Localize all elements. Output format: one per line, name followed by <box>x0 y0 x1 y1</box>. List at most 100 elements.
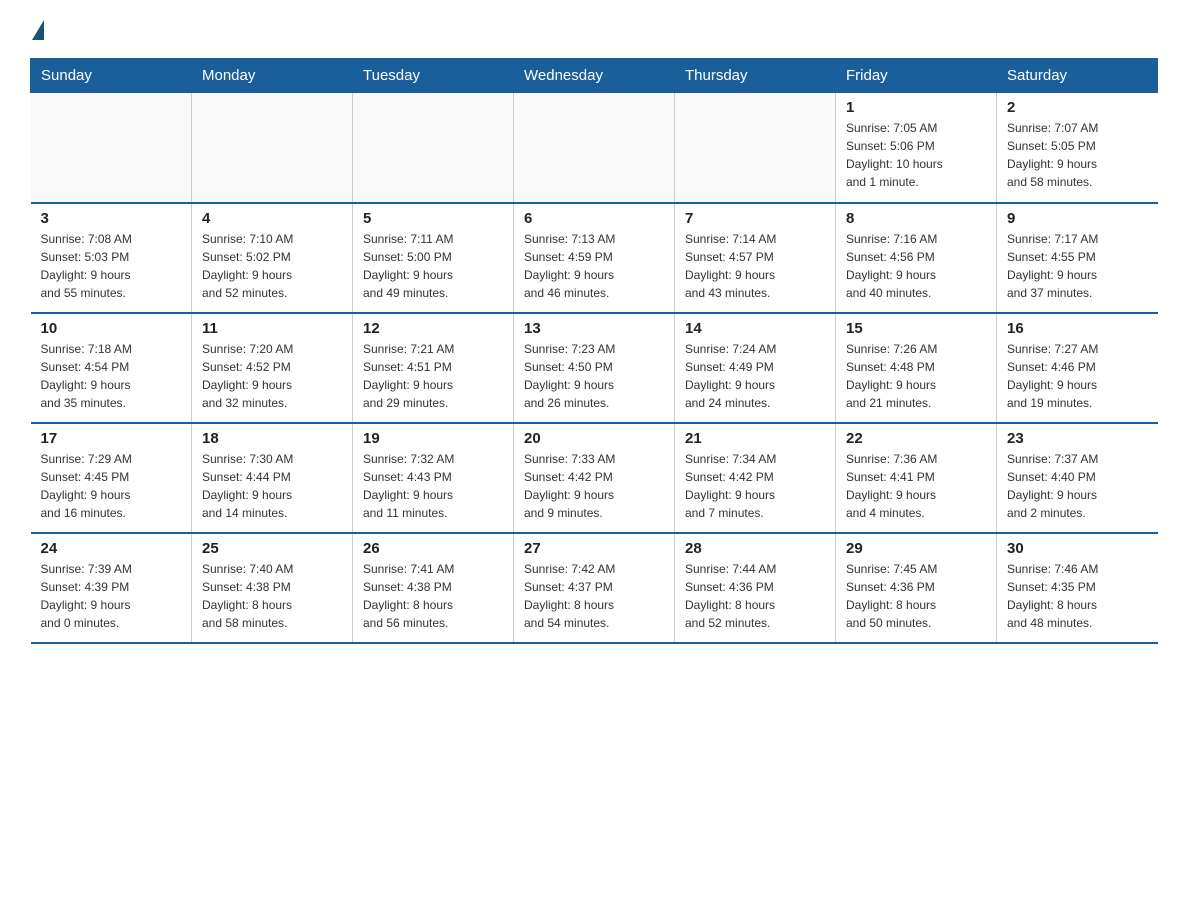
calendar-cell <box>675 93 836 203</box>
day-info: Sunrise: 7:34 AM Sunset: 4:42 PM Dayligh… <box>685 450 825 522</box>
day-number: 20 <box>524 430 664 447</box>
header-saturday: Saturday <box>997 59 1158 93</box>
day-number: 22 <box>846 430 986 447</box>
day-info: Sunrise: 7:36 AM Sunset: 4:41 PM Dayligh… <box>846 450 986 522</box>
day-number: 23 <box>1007 430 1148 447</box>
calendar-cell: 28 Sunrise: 7:44 AM Sunset: 4:36 PM Dayli… <box>675 533 836 643</box>
calendar-table: SundayMondayTuesdayWednesdayThursdayFrid… <box>30 58 1158 644</box>
day-number: 2 <box>1007 99 1148 116</box>
calendar-cell: 3 Sunrise: 7:08 AM Sunset: 5:03 PM Daylig… <box>31 203 192 313</box>
logo-triangle-icon <box>32 20 44 40</box>
day-info: Sunrise: 7:21 AM Sunset: 4:51 PM Dayligh… <box>363 340 503 412</box>
day-number: 28 <box>685 540 825 557</box>
calendar-cell: 26 Sunrise: 7:41 AM Sunset: 4:38 PM Dayli… <box>353 533 514 643</box>
day-number: 30 <box>1007 540 1148 557</box>
day-number: 11 <box>202 320 342 337</box>
calendar-cell: 5Sunrise: 7:11 AM Sunset: 5:00 PM Daylig… <box>353 203 514 313</box>
day-info: Sunrise: 7:26 AM Sunset: 4:48 PM Dayligh… <box>846 340 986 412</box>
day-info: Sunrise: 7:44 AM Sunset: 4:36 PM Dayligh… <box>685 560 825 632</box>
calendar-cell <box>192 93 353 203</box>
day-info: Sunrise: 7:17 AM Sunset: 4:55 PM Dayligh… <box>1007 230 1148 302</box>
logo <box>30 20 46 40</box>
calendar-cell <box>31 93 192 203</box>
day-number: 16 <box>1007 320 1148 337</box>
header-thursday: Thursday <box>675 59 836 93</box>
calendar-cell: 24 Sunrise: 7:39 AM Sunset: 4:39 PM Dayli… <box>31 533 192 643</box>
day-info: Sunrise: 7:11 AM Sunset: 5:00 PM Dayligh… <box>363 230 503 302</box>
day-info: Sunrise: 7:37 AM Sunset: 4:40 PM Dayligh… <box>1007 450 1148 522</box>
calendar-cell: 11 Sunrise: 7:20 AM Sunset: 4:52 PM Dayli… <box>192 313 353 423</box>
day-number: 18 <box>202 430 342 447</box>
day-info: Sunrise: 7:41 AM Sunset: 4:38 PM Dayligh… <box>363 560 503 632</box>
calendar-cell: 18 Sunrise: 7:30 AM Sunset: 4:44 PM Dayli… <box>192 423 353 533</box>
calendar-cell: 30 Sunrise: 7:46 AM Sunset: 4:35 PM Dayli… <box>997 533 1158 643</box>
day-info: Sunrise: 7:32 AM Sunset: 4:43 PM Dayligh… <box>363 450 503 522</box>
day-info: Sunrise: 7:10 AM Sunset: 5:02 PM Dayligh… <box>202 230 342 302</box>
day-info: Sunrise: 7:42 AM Sunset: 4:37 PM Dayligh… <box>524 560 664 632</box>
calendar-cell: 25Sunrise: 7:40 AM Sunset: 4:38 PM Dayli… <box>192 533 353 643</box>
day-number: 21 <box>685 430 825 447</box>
calendar-cell <box>353 93 514 203</box>
day-info: Sunrise: 7:18 AM Sunset: 4:54 PM Dayligh… <box>41 340 182 412</box>
calendar-cell: 20Sunrise: 7:33 AM Sunset: 4:42 PM Dayli… <box>514 423 675 533</box>
header-wednesday: Wednesday <box>514 59 675 93</box>
header <box>30 20 1158 40</box>
calendar-cell: 9 Sunrise: 7:17 AM Sunset: 4:55 PM Daylig… <box>997 203 1158 313</box>
day-number: 12 <box>363 320 503 337</box>
day-info: Sunrise: 7:05 AM Sunset: 5:06 PM Dayligh… <box>846 119 986 191</box>
day-info: Sunrise: 7:30 AM Sunset: 4:44 PM Dayligh… <box>202 450 342 522</box>
calendar-cell: 17 Sunrise: 7:29 AM Sunset: 4:45 PM Dayli… <box>31 423 192 533</box>
day-number: 24 <box>41 540 182 557</box>
week-row-3: 17 Sunrise: 7:29 AM Sunset: 4:45 PM Dayli… <box>31 423 1158 533</box>
day-info: Sunrise: 7:27 AM Sunset: 4:46 PM Dayligh… <box>1007 340 1148 412</box>
day-info: Sunrise: 7:29 AM Sunset: 4:45 PM Dayligh… <box>41 450 182 522</box>
day-number: 27 <box>524 540 664 557</box>
day-info: Sunrise: 7:24 AM Sunset: 4:49 PM Dayligh… <box>685 340 825 412</box>
calendar-cell: 1Sunrise: 7:05 AM Sunset: 5:06 PM Daylig… <box>836 93 997 203</box>
header-friday: Friday <box>836 59 997 93</box>
day-number: 4 <box>202 210 342 227</box>
day-number: 8 <box>846 210 986 227</box>
week-row-2: 10 Sunrise: 7:18 AM Sunset: 4:54 PM Dayli… <box>31 313 1158 423</box>
header-tuesday: Tuesday <box>353 59 514 93</box>
calendar-cell: 4 Sunrise: 7:10 AM Sunset: 5:02 PM Daylig… <box>192 203 353 313</box>
week-row-4: 24 Sunrise: 7:39 AM Sunset: 4:39 PM Dayli… <box>31 533 1158 643</box>
day-number: 25 <box>202 540 342 557</box>
day-info: Sunrise: 7:46 AM Sunset: 4:35 PM Dayligh… <box>1007 560 1148 632</box>
calendar-cell: 23 Sunrise: 7:37 AM Sunset: 4:40 PM Dayli… <box>997 423 1158 533</box>
day-number: 14 <box>685 320 825 337</box>
calendar-cell <box>514 93 675 203</box>
calendar-cell: 8 Sunrise: 7:16 AM Sunset: 4:56 PM Daylig… <box>836 203 997 313</box>
day-info: Sunrise: 7:39 AM Sunset: 4:39 PM Dayligh… <box>41 560 182 632</box>
day-number: 15 <box>846 320 986 337</box>
week-row-1: 3 Sunrise: 7:08 AM Sunset: 5:03 PM Daylig… <box>31 203 1158 313</box>
day-info: Sunrise: 7:16 AM Sunset: 4:56 PM Dayligh… <box>846 230 986 302</box>
calendar-cell: 13Sunrise: 7:23 AM Sunset: 4:50 PM Dayli… <box>514 313 675 423</box>
day-number: 6 <box>524 210 664 227</box>
calendar-cell: 21 Sunrise: 7:34 AM Sunset: 4:42 PM Dayli… <box>675 423 836 533</box>
calendar-cell: 2 Sunrise: 7:07 AM Sunset: 5:05 PM Daylig… <box>997 93 1158 203</box>
day-info: Sunrise: 7:20 AM Sunset: 4:52 PM Dayligh… <box>202 340 342 412</box>
day-number: 7 <box>685 210 825 227</box>
day-number: 26 <box>363 540 503 557</box>
day-number: 9 <box>1007 210 1148 227</box>
day-info: Sunrise: 7:14 AM Sunset: 4:57 PM Dayligh… <box>685 230 825 302</box>
day-number: 17 <box>41 430 182 447</box>
header-monday: Monday <box>192 59 353 93</box>
day-number: 10 <box>41 320 182 337</box>
calendar-cell: 10 Sunrise: 7:18 AM Sunset: 4:54 PM Dayli… <box>31 313 192 423</box>
calendar-cell: 22 Sunrise: 7:36 AM Sunset: 4:41 PM Dayli… <box>836 423 997 533</box>
calendar-cell: 14 Sunrise: 7:24 AM Sunset: 4:49 PM Dayli… <box>675 313 836 423</box>
day-info: Sunrise: 7:07 AM Sunset: 5:05 PM Dayligh… <box>1007 119 1148 191</box>
calendar-cell: 27 Sunrise: 7:42 AM Sunset: 4:37 PM Dayli… <box>514 533 675 643</box>
day-info: Sunrise: 7:08 AM Sunset: 5:03 PM Dayligh… <box>41 230 182 302</box>
calendar-cell: 16 Sunrise: 7:27 AM Sunset: 4:46 PM Dayli… <box>997 313 1158 423</box>
calendar-cell: 15 Sunrise: 7:26 AM Sunset: 4:48 PM Dayli… <box>836 313 997 423</box>
header-sunday: Sunday <box>31 59 192 93</box>
day-info: Sunrise: 7:23 AM Sunset: 4:50 PM Dayligh… <box>524 340 664 412</box>
day-number: 29 <box>846 540 986 557</box>
calendar-cell: 7 Sunrise: 7:14 AM Sunset: 4:57 PM Daylig… <box>675 203 836 313</box>
day-number: 3 <box>41 210 182 227</box>
day-info: Sunrise: 7:45 AM Sunset: 4:36 PM Dayligh… <box>846 560 986 632</box>
calendar-cell: 19Sunrise: 7:32 AM Sunset: 4:43 PM Dayli… <box>353 423 514 533</box>
